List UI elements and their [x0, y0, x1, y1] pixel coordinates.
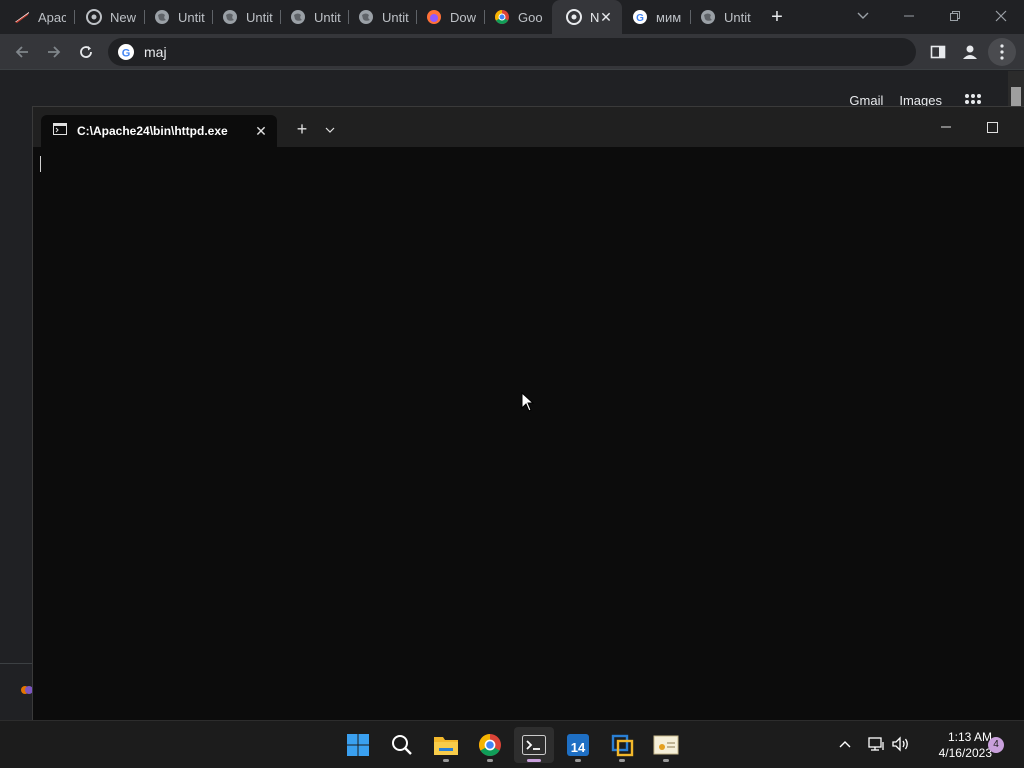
google-icon: G [632, 9, 648, 25]
back-arrow-icon[interactable] [8, 38, 36, 66]
forward-arrow-icon[interactable] [40, 38, 68, 66]
address-bar[interactable]: G maj [108, 38, 916, 66]
browser-toolbar: G maj [0, 34, 1024, 70]
notification-badge[interactable]: 4 [988, 737, 1004, 753]
taskbar: 14 1:13 AM 4/16/2023 4 [0, 720, 1024, 768]
svg-text:14: 14 [571, 740, 586, 755]
chevron-down-icon[interactable] [319, 119, 341, 141]
browser-tab[interactable]: Untit [140, 0, 213, 34]
browser-tab[interactable]: Apac [0, 0, 75, 34]
tab-search-icon[interactable] [840, 0, 886, 32]
firefox-icon [426, 9, 442, 25]
console-icon [53, 122, 67, 140]
globe-icon [700, 9, 716, 25]
chrome-icon[interactable] [470, 727, 510, 763]
chrome-icon [566, 9, 582, 25]
scrollbar-thumb[interactable] [1011, 87, 1021, 107]
globe-icon [358, 9, 374, 25]
browser-tab-active[interactable]: N ✕ [552, 0, 622, 34]
reload-icon[interactable] [72, 38, 100, 66]
new-terminal-tab-button[interactable]: + [291, 119, 313, 141]
file-explorer-icon[interactable] [426, 727, 466, 763]
browser-tab[interactable]: Dow [412, 0, 485, 34]
browser-tab[interactable]: G мим [618, 0, 691, 34]
chrome-icon [86, 9, 102, 25]
close-tab-icon[interactable]: ✕ [598, 9, 614, 25]
network-icon[interactable] [866, 733, 888, 755]
tab-label: мим [656, 9, 682, 25]
profile-avatar-icon[interactable] [956, 38, 984, 66]
chevron-up-icon[interactable] [834, 733, 856, 755]
tab-label: New [110, 9, 137, 25]
terminal-tab[interactable]: C:\Apache24\bin\httpd.exe ✕ [41, 115, 277, 147]
globe-icon [222, 9, 238, 25]
maximize-icon[interactable] [969, 115, 1015, 139]
windows-start-icon[interactable] [338, 727, 378, 763]
clock-time: 1:13 AM [947, 730, 992, 744]
clock-date: 4/16/2023 [938, 746, 992, 760]
restore-icon[interactable] [932, 0, 978, 32]
terminal-window: C:\Apache24\bin\httpd.exe ✕ + [32, 106, 1024, 721]
system-clock[interactable]: 1:13 AM 4/16/2023 [912, 729, 992, 761]
text-cursor [40, 156, 41, 172]
close-window-icon[interactable] [978, 0, 1024, 32]
terminal-output-area[interactable] [33, 147, 1024, 721]
apache-feather-icon [14, 9, 30, 25]
tab-label: Dow [450, 9, 477, 25]
tab-label: Untit [246, 9, 273, 25]
terminal-tab-title: C:\Apache24\bin\httpd.exe [77, 124, 228, 138]
browser-tab[interactable]: Untit [276, 0, 349, 34]
browser-tab[interactable]: Untit [208, 0, 281, 34]
tab-label: Goo [518, 9, 543, 25]
globe-icon [290, 9, 306, 25]
tab-label: Untit [314, 9, 341, 25]
svg-text:G: G [122, 48, 131, 60]
address-text: maj [144, 44, 167, 60]
minimize-icon[interactable] [923, 115, 969, 139]
google-chrome-icon [494, 9, 510, 25]
new-tab-button[interactable]: + [766, 6, 788, 28]
tab-label: Apac [38, 9, 66, 25]
certificate-app-icon[interactable] [646, 727, 686, 763]
minimize-icon[interactable] [886, 0, 932, 32]
virtualbox-icon[interactable] [602, 727, 642, 763]
browser-tab[interactable]: Goo [480, 0, 553, 34]
tab-label: Untit [724, 9, 751, 25]
browser-tab[interactable]: Untit [686, 0, 756, 34]
browser-tab-strip: Apac New Untit Untit Untit Untit Dow Goo… [0, 0, 1024, 34]
svg-text:G: G [636, 13, 644, 24]
side-panel-icon[interactable] [924, 38, 952, 66]
menu-kebab-icon[interactable] [988, 38, 1016, 66]
tab-label: Untit [382, 9, 409, 25]
search-icon[interactable] [382, 727, 422, 763]
desktop: Apac New Untit Untit Untit Untit Dow Goo… [0, 0, 1024, 768]
mouse-pointer-icon [521, 391, 535, 412]
terminal-icon[interactable] [514, 727, 554, 763]
globe-icon [154, 9, 170, 25]
tab-label: Untit [178, 9, 205, 25]
google-icon: G [118, 44, 134, 60]
browser-tab[interactable]: New [72, 0, 145, 34]
close-tab-icon[interactable]: ✕ [253, 123, 269, 139]
volume-icon[interactable] [890, 733, 912, 755]
terminal-titlebar[interactable]: C:\Apache24\bin\httpd.exe ✕ + [33, 107, 1024, 147]
app-14-icon[interactable]: 14 [558, 727, 598, 763]
browser-tab[interactable]: Untit [344, 0, 417, 34]
